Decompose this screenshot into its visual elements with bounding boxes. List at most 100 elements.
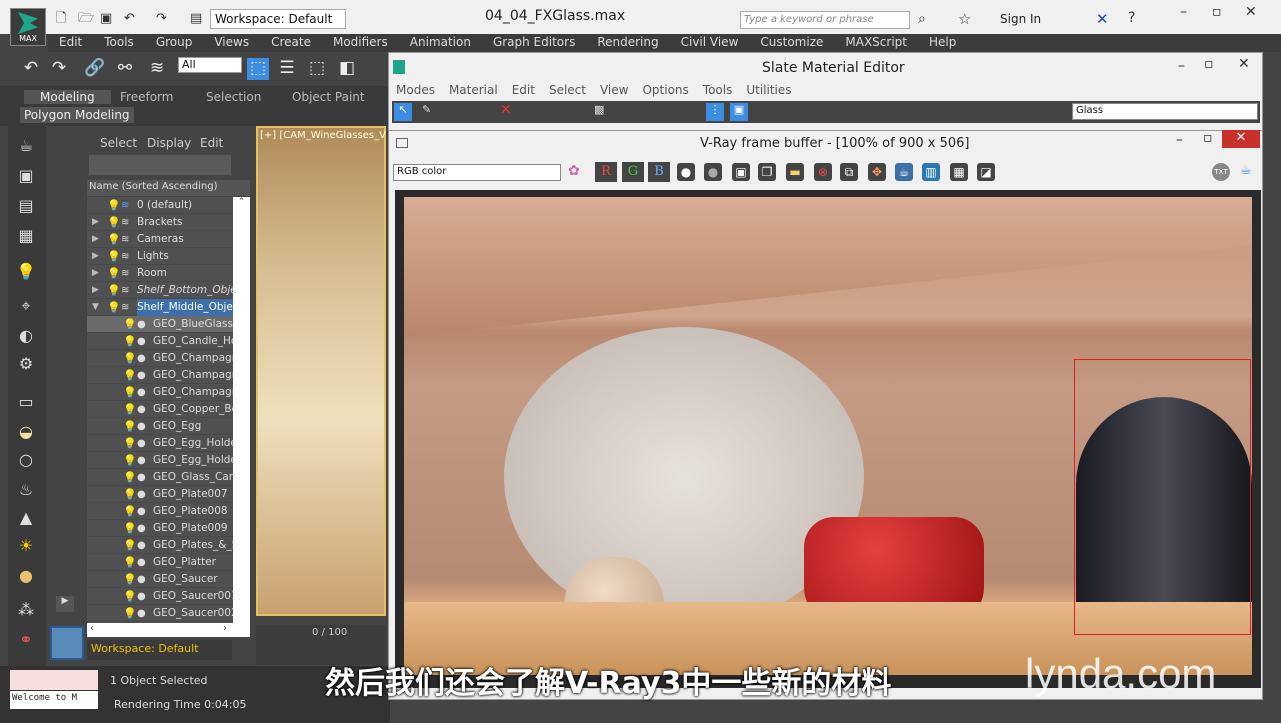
visibility-bulb-icon[interactable]: 💡 [123, 435, 137, 452]
tree-row[interactable]: 💡 ≋ 0 (default) [87, 197, 233, 214]
app-menu-button[interactable]: MAX [10, 8, 46, 46]
visibility-bulb-icon[interactable]: 💡 [123, 316, 137, 333]
tab-object-paint[interactable]: Object Paint [292, 90, 365, 104]
menu-edit[interactable]: Edit [48, 34, 93, 52]
menu-modifiers[interactable]: Modifiers [322, 34, 399, 52]
tab-modeling[interactable]: Modeling [24, 90, 111, 104]
blue-channel-button[interactable]: B [648, 162, 670, 182]
tree-row[interactable]: 💡 ● GEO_Saucer001 [87, 588, 233, 605]
help-icon[interactable]: ? [1128, 10, 1135, 26]
visibility-bulb-icon[interactable]: 💡 [123, 571, 137, 588]
lens-effects-icon[interactable]: ▥ [922, 163, 940, 181]
maxscript-listener-input[interactable] [10, 670, 98, 690]
track-mouse-icon[interactable]: ⧉ [840, 163, 858, 181]
rectangular-selection-icon[interactable]: ⬚ [306, 58, 328, 80]
molecule-icon[interactable]: ⚭ [14, 630, 38, 654]
exchange-icon[interactable]: ✕ [1096, 10, 1109, 28]
link-icon[interactable]: 🔗 [84, 58, 106, 80]
teapot-small-icon[interactable]: ♨ [14, 480, 38, 504]
mono-icon[interactable]: ● [704, 163, 722, 181]
tree-row[interactable]: 💡 ● GEO_Egg_Holder [87, 452, 233, 469]
eyedropper-icon[interactable]: ✎ [422, 103, 431, 116]
alpha-icon[interactable]: ● [677, 163, 695, 181]
vfb-maximize-button[interactable]: ▫ [1203, 130, 1213, 146]
save-image-icon[interactable]: ▣ [732, 163, 750, 181]
bind-space-warp-icon[interactable]: ≋ [146, 58, 168, 80]
visibility-bulb-icon[interactable]: 💡 [107, 282, 121, 299]
dome-icon[interactable]: ◒ [14, 422, 38, 446]
channel-dropdown[interactable]: RGB color [393, 164, 561, 181]
slate-menu-view[interactable]: View [600, 83, 628, 97]
visibility-bulb-icon[interactable]: 💡 [123, 384, 137, 401]
tab-selection[interactable]: Selection [206, 90, 261, 104]
maximize-button[interactable]: ▫ [1212, 4, 1222, 20]
star-icon[interactable]: ☆ [958, 10, 971, 28]
expand-arrow-icon[interactable]: ▶ [92, 248, 99, 265]
tree-row[interactable]: ▶ 💡 ≋ Cameras [87, 231, 233, 248]
region-render-icon[interactable]: ✥ [868, 163, 886, 181]
visibility-bulb-icon[interactable]: 💡 [123, 588, 137, 605]
delete-icon[interactable]: ✕ [500, 102, 512, 118]
slate-menu-material[interactable]: Material [449, 83, 498, 97]
close-button[interactable]: ✕ [1245, 4, 1257, 20]
tab-freeform[interactable]: Freeform [120, 90, 173, 104]
teapot-render-icon[interactable]: ☕ [1240, 163, 1252, 178]
horizontal-scrollbar[interactable]: ‹ › [87, 623, 250, 637]
scene-menu-select[interactable]: Select [100, 136, 137, 150]
scene-menu-display[interactable]: Display [147, 136, 191, 150]
redo-icon[interactable]: ↷ [48, 58, 70, 80]
viewport-label[interactable]: [+] [CAM_WineGlasses_V [260, 130, 386, 141]
tree-row[interactable]: 💡 ● GEO_Plate009 [87, 520, 233, 537]
menu-help[interactable]: Help [918, 34, 967, 52]
visibility-bulb-icon[interactable]: 💡 [123, 452, 137, 469]
rendered-image[interactable] [404, 197, 1252, 675]
clear-icon[interactable]: ⊗ [814, 163, 832, 181]
workspace-dropdown[interactable]: Workspace: Default [210, 9, 346, 29]
tree-row[interactable]: 💡 ● GEO_Plate007 [87, 486, 233, 503]
scene-menu-edit[interactable]: Edit [200, 136, 223, 150]
visibility-bulb-icon[interactable]: 💡 [123, 520, 137, 537]
red-channel-button[interactable]: R [595, 162, 617, 182]
film-icon[interactable]: ⚙ [14, 354, 38, 378]
menu-create[interactable]: Create [260, 34, 322, 52]
expand-arrow-icon[interactable]: ▶ [92, 265, 99, 282]
menu-maxscript[interactable]: MAXScript [834, 34, 918, 52]
menu-civil-view[interactable]: Civil View [670, 34, 750, 52]
redo-icon[interactable]: ↷ [156, 12, 172, 26]
visibility-bulb-icon[interactable]: 💡 [123, 537, 137, 554]
binoculars-icon[interactable]: ⌕ [918, 11, 926, 27]
expand-arrow-icon[interactable]: ▶ [92, 214, 99, 231]
visibility-bulb-icon[interactable]: 💡 [107, 197, 121, 214]
tree-row[interactable]: 💡● GEO_Copper_Bowl [87, 401, 233, 418]
vfb-minimize-button[interactable]: – [1176, 132, 1183, 148]
teapot-icon[interactable]: ☕ [14, 136, 38, 160]
layout-icon[interactable]: ⋮ [706, 103, 724, 121]
render-region[interactable] [1074, 359, 1251, 635]
tree-row[interactable]: ▶ 💡 ≋ Room [87, 265, 233, 282]
render-frame-icon[interactable]: ▣ [14, 166, 38, 190]
expand-button[interactable]: ▶ [56, 596, 74, 612]
minimize-button[interactable]: – [1180, 4, 1187, 20]
visibility-bulb-icon[interactable]: 💡 [123, 333, 137, 350]
tree-row[interactable]: 💡● GEO_Candle_Holder [87, 333, 233, 350]
tree-row[interactable]: 💡 ● GEO_Egg_Holder [87, 435, 233, 452]
visibility-bulb-icon[interactable]: 💡 [123, 486, 137, 503]
visibility-bulb-icon[interactable]: 💡 [123, 401, 137, 418]
visibility-bulb-icon[interactable]: 💡 [107, 248, 121, 265]
tree-row[interactable]: 💡 ● GEO_Saucer [87, 571, 233, 588]
maxscript-listener-output[interactable]: Welcome to M [10, 691, 98, 709]
menu-rendering[interactable]: Rendering [586, 34, 669, 52]
tree-row[interactable]: 💡 ● GEO_Egg [87, 418, 233, 435]
vfb-close-button[interactable]: ✕ [1222, 130, 1260, 148]
tree-row[interactable]: 💡 ● GEO_Platter [87, 554, 233, 571]
tree-row[interactable]: 💡● GEO_Champagne [87, 350, 233, 367]
save-icon[interactable]: ▣ [100, 12, 116, 26]
visibility-bulb-icon[interactable]: 💡 [107, 299, 121, 316]
unlink-icon[interactable]: ⚯ [114, 58, 136, 80]
open-folder-icon[interactable]: ▬ [786, 163, 804, 181]
menu-tools[interactable]: Tools [93, 34, 145, 52]
tree-row[interactable]: 💡● GEO_BlueGlass_Vase [87, 316, 233, 333]
select-by-name-icon[interactable]: ☰ [276, 58, 298, 80]
window-crossing-icon[interactable]: ◧ [336, 58, 358, 80]
slate-maximize-button[interactable]: ▫ [1204, 56, 1214, 72]
